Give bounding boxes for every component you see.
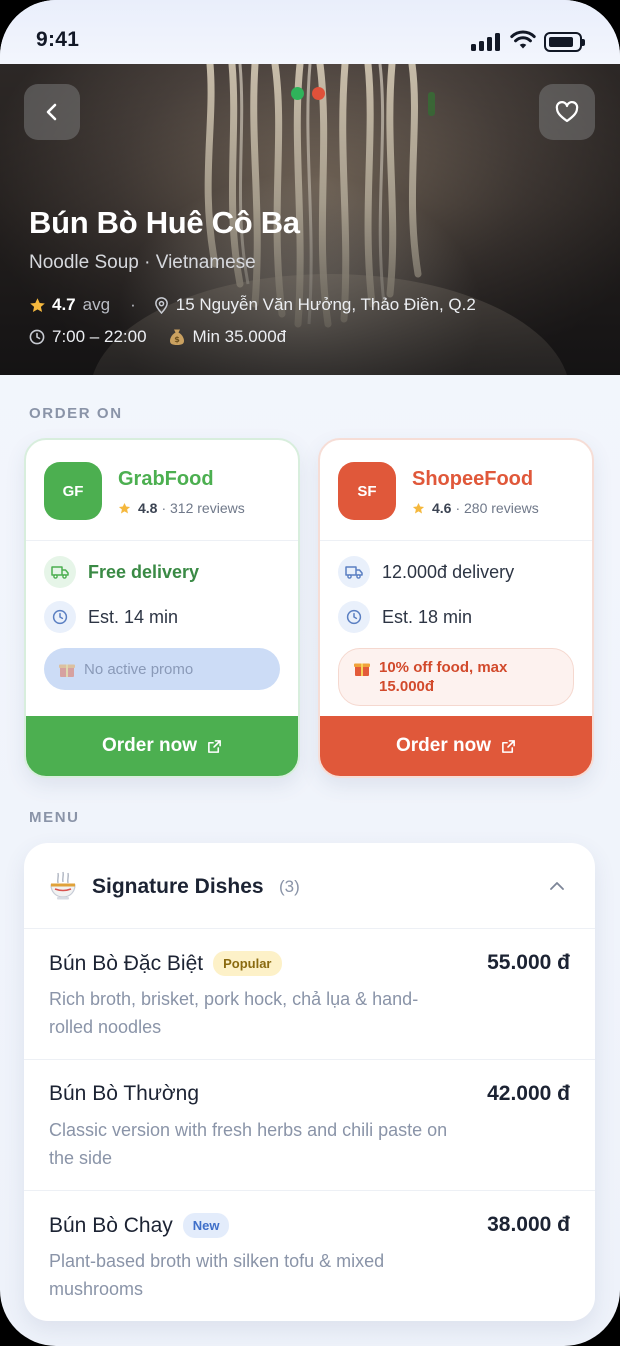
new-badge: New	[182, 1213, 230, 1238]
menu-item[interactable]: Bún Bò Đặc Biệt Popular Rich broth, bris…	[24, 929, 595, 1060]
order-on-label: ORDER ON	[29, 405, 123, 422]
signal-icon	[471, 33, 501, 51]
delivery-row: 12.000đ delivery	[338, 556, 514, 588]
separator-dot: ·	[130, 295, 136, 314]
external-link-icon	[208, 739, 221, 753]
restaurant-category: Noodle Soup · Vietnamese	[29, 252, 256, 273]
delivery-eta: Est. 14 min	[88, 606, 179, 627]
rating-suffix: avg	[82, 295, 111, 314]
eta-row: Est. 14 min	[44, 601, 178, 633]
chevron-up-icon[interactable]	[547, 876, 567, 896]
shopeefood-logo: SF	[338, 462, 396, 520]
hero-banner: Bún Bò Huê Cô Ba Noodle Soup · Vietnames…	[0, 64, 620, 375]
platform-review-count: · 312 reviews	[161, 500, 245, 516]
delivery-row: Free delivery	[44, 556, 199, 588]
menu-item-price: 42.000 đ	[487, 1082, 570, 1105]
opening-hours: 7:00 – 22:00	[52, 327, 147, 346]
menu-item[interactable]: Bún Bò Chay New Plant-based broth with s…	[24, 1191, 595, 1321]
menu-category-title: Signature Dishes	[92, 875, 264, 898]
platform-rating-value: 4.6	[432, 500, 452, 516]
clock-icon	[338, 601, 370, 633]
noodle-bowl-icon	[50, 871, 76, 900]
location-pin-icon	[154, 296, 168, 314]
status-bar: 9:41	[0, 0, 620, 64]
promo-text: 10% off food, max 15.000đ	[379, 659, 508, 695]
menu-item-name: Bún Bò Thường	[49, 1082, 200, 1105]
menu-item-price: 38.000 đ	[487, 1213, 570, 1236]
order-button-label: Order now	[101, 735, 197, 756]
favorite-button[interactable]	[539, 84, 595, 140]
restaurant-name: Bún Bò Huê Cô Ba	[29, 205, 300, 240]
menu-item-name-row: Bún Bò Đặc Biệt Popular	[49, 951, 282, 976]
delivery-eta: Est. 18 min	[382, 606, 473, 627]
menu-item-name: Bún Bò Đặc Biệt	[49, 951, 204, 975]
delivery-fee: Free delivery	[88, 561, 200, 582]
menu-item-description: Rich broth, brisket, pork hock, chả lụa …	[49, 989, 419, 1037]
wifi-icon	[510, 30, 536, 49]
menu-label: MENU	[29, 809, 80, 826]
eta-row: Est. 18 min	[338, 601, 472, 633]
platform-rating-value: 4.8	[138, 500, 158, 516]
status-time: 9:41	[36, 28, 80, 51]
external-link-icon	[502, 739, 515, 753]
shopeefood-card[interactable]: SF ShopeeFood 4.6 · 280 reviews 12.000đ …	[318, 438, 594, 778]
truck-icon	[338, 556, 370, 588]
gift-icon	[354, 663, 370, 676]
grabfood-card[interactable]: GF GrabFood 4.8 · 312 reviews Free deliv…	[24, 438, 300, 778]
menu-category-header[interactable]: Signature Dishes (3)	[24, 843, 595, 929]
rating-value: 4.7	[52, 295, 76, 314]
svg-text:$: $	[174, 335, 180, 344]
carousel-dot[interactable]	[291, 87, 304, 100]
platform-review-count: · 280 reviews	[455, 500, 539, 516]
platform-name: ShopeeFood	[412, 468, 534, 490]
menu-item-price: 55.000 đ	[487, 951, 570, 974]
menu-category-count: (3)	[279, 877, 300, 896]
clock-icon	[44, 601, 76, 633]
menu-item-name-row: Bún Bò Thường	[49, 1082, 199, 1106]
delivery-fee: 12.000đ delivery	[382, 561, 515, 582]
meta-row-hours: 7:00 – 22:00 $ Min 35.000đ	[29, 327, 286, 347]
order-button-label: Order now	[395, 735, 491, 756]
heart-icon	[555, 101, 579, 123]
promo-banner: No active promo	[44, 648, 280, 690]
menu-item-name-row: Bún Bò Chay New	[49, 1213, 230, 1238]
menu-item-description: Plant-based broth with silken tofu & mix…	[49, 1251, 385, 1299]
restaurant-address[interactable]: 15 Nguyễn Văn Hưởng, Thảo Điền, Q.2	[176, 295, 476, 315]
platform-name: GrabFood	[118, 468, 214, 490]
card-divider	[26, 540, 298, 541]
platform-rating: 4.8 · 312 reviews	[118, 500, 245, 516]
carousel-dot[interactable]	[312, 87, 325, 100]
menu-item-description: Classic version with fresh herbs and chi…	[49, 1120, 448, 1168]
grabfood-logo: GF	[44, 462, 102, 520]
card-divider	[320, 540, 592, 541]
gift-icon	[59, 664, 75, 677]
star-icon	[30, 297, 45, 312]
clock-icon	[29, 329, 45, 345]
truck-icon	[44, 556, 76, 588]
star-icon	[412, 502, 425, 513]
menu-item[interactable]: Bún Bò Thường Classic version with fresh…	[24, 1060, 595, 1191]
menu-item-name: Bún Bò Chay	[49, 1213, 173, 1237]
minimum-order: Min 35.000đ	[192, 327, 287, 346]
meta-row-rating: 4.7 avg · 15 Nguyễn Văn Hưởng, Thảo Điền…	[29, 295, 476, 315]
shopeefood-order-button[interactable]: Order now	[320, 716, 592, 776]
phone-screen: 9:41 Bún Bò Huê Cô Ba Noodle Soup · Viet…	[0, 0, 620, 1346]
popular-badge: Popular	[213, 951, 282, 976]
battery-icon	[544, 32, 585, 52]
chevron-left-icon	[46, 103, 57, 121]
menu-card: Signature Dishes (3) Bún Bò Đặc Biệt Pop…	[24, 843, 595, 1321]
platform-rating: 4.6 · 280 reviews	[412, 500, 539, 516]
star-icon	[118, 502, 131, 513]
money-bag-icon: $	[169, 329, 184, 345]
grabfood-order-button[interactable]: Order now	[26, 716, 298, 776]
back-button[interactable]	[24, 84, 80, 140]
promo-text: No active promo	[84, 660, 194, 678]
carousel-indicator	[291, 87, 325, 100]
promo-banner: 10% off food, max 15.000đ	[338, 648, 574, 706]
